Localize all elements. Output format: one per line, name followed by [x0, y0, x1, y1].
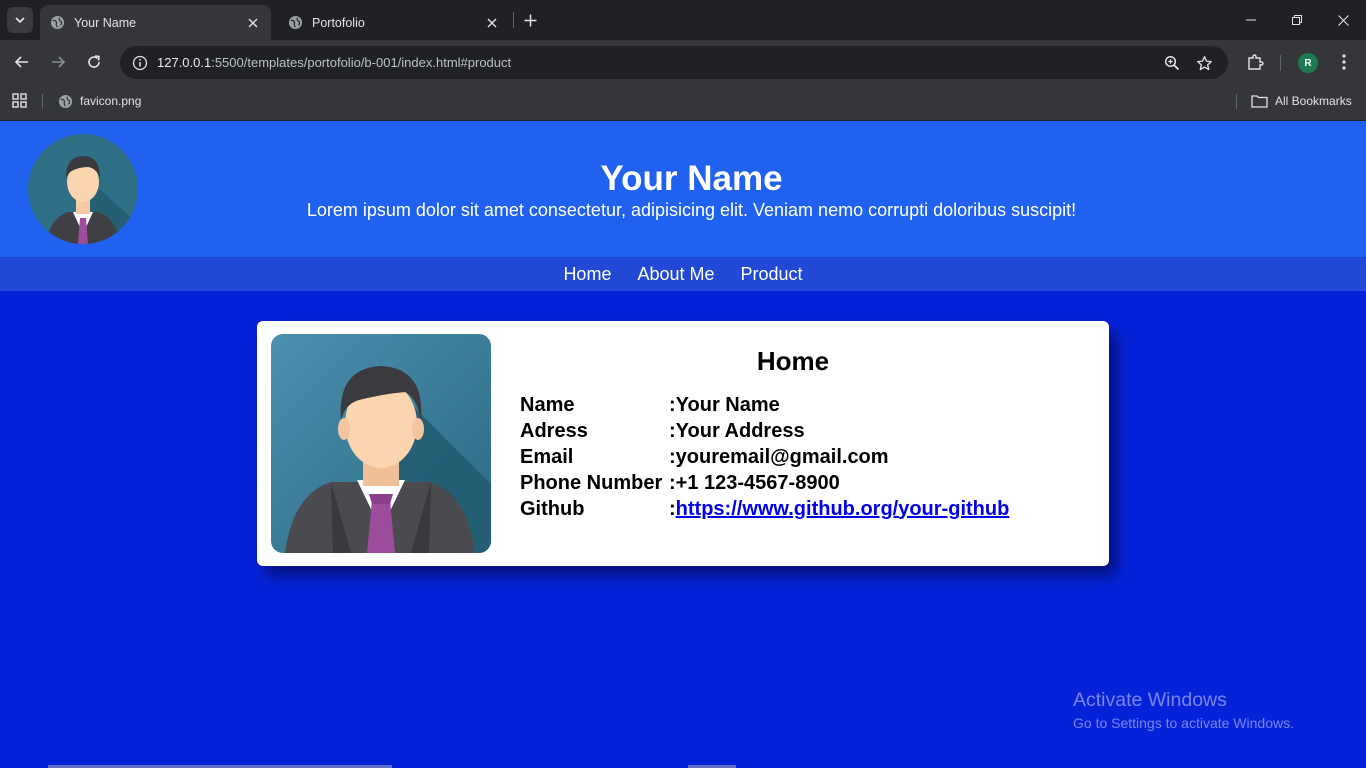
activate-windows-watermark: Activate Windows Go to Settings to activ… — [1073, 689, 1294, 731]
restore-button[interactable] — [1274, 0, 1320, 40]
restore-icon — [1292, 15, 1302, 25]
arrow-right-icon — [52, 56, 66, 68]
tab-your-name[interactable]: Your Name — [40, 5, 271, 40]
info-row-name: Name :Your Name — [520, 392, 1009, 418]
site-info-icon[interactable] — [128, 51, 152, 75]
minimize-icon — [1246, 19, 1256, 21]
info-label: Phone Number — [520, 471, 663, 494]
info-label: Email — [520, 445, 574, 468]
info-value-prefix: : — [669, 497, 676, 520]
site-nav: Home About Me Product — [0, 257, 1366, 291]
forward-button[interactable] — [46, 50, 70, 74]
close-window-button[interactable] — [1320, 0, 1366, 40]
profile-photo — [271, 334, 491, 553]
browser-toolbar: 127.0.0.1:5500/templates/portofolio/b-00… — [0, 40, 1366, 84]
info-label: Adress — [520, 419, 588, 442]
tab-title: Portofolio — [312, 15, 365, 30]
back-button[interactable] — [10, 50, 34, 74]
close-icon[interactable] — [245, 15, 261, 31]
all-bookmarks-button[interactable]: All Bookmarks — [1251, 91, 1352, 111]
tab-strip: Your Name Portofolio — [0, 0, 1366, 40]
info-value: :youremail@gmail.com — [669, 445, 889, 468]
activate-title: Activate Windows — [1073, 689, 1227, 711]
nav-about-me[interactable]: About Me — [637, 264, 714, 285]
nav-home[interactable]: Home — [563, 264, 611, 285]
site-tagline: Lorem ipsum dolor sit amet consectetur, … — [306, 200, 1077, 220]
plus-icon — [524, 14, 536, 26]
extensions-icon[interactable] — [1243, 50, 1267, 74]
info-label: Name — [520, 393, 575, 416]
info-row-phone: Phone Number :+1 123-4567-8900 — [520, 470, 1009, 496]
tab-title: Your Name — [74, 15, 137, 30]
all-bookmarks-label: All Bookmarks — [1275, 94, 1352, 108]
nav-product[interactable]: Product — [741, 264, 803, 285]
site-title: Your Name — [600, 159, 783, 198]
folder-icon — [1251, 94, 1268, 108]
close-icon — [1337, 14, 1349, 26]
globe-icon — [288, 15, 303, 30]
globe-icon — [58, 94, 73, 109]
info-value: :+1 123-4567-8900 — [669, 471, 840, 494]
url-host: 127.0.0.1 — [157, 55, 212, 70]
reload-icon — [88, 55, 100, 68]
star-icon[interactable] — [1192, 51, 1216, 75]
tab-portofolio[interactable]: Portofolio — [278, 5, 510, 40]
close-icon[interactable] — [484, 15, 500, 31]
address-bar[interactable]: 127.0.0.1:5500/templates/portofolio/b-00… — [120, 46, 1228, 79]
tab-search-button[interactable] — [7, 7, 33, 33]
globe-icon — [50, 15, 65, 30]
bookmark-favicon[interactable]: favicon.png — [58, 91, 141, 111]
github-link[interactable]: https://www.github.org/your-github — [676, 498, 1010, 520]
info-row-github: Github :https://www.github.org/your-gith… — [520, 496, 1009, 522]
menu-icon[interactable] — [1332, 50, 1356, 74]
url-path: :5500/templates/portofolio/b-001/index.h… — [211, 55, 512, 70]
info-row-address: Adress :Your Address — [520, 418, 1009, 444]
info-value: :Your Address — [669, 419, 805, 442]
info-label: Github — [520, 497, 585, 520]
url-text[interactable]: 127.0.0.1:5500/templates/portofolio/b-00… — [157, 55, 511, 70]
new-tab-button[interactable] — [520, 10, 540, 30]
reload-button[interactable] — [82, 50, 106, 74]
info-value: :Your Name — [669, 393, 780, 416]
bookmarks-divider — [42, 94, 43, 109]
bookmarks-bar: favicon.png All Bookmarks — [0, 84, 1366, 121]
profile-card: Home Name :Your Name Adress :Your Addres… — [257, 321, 1109, 566]
bookmark-label: favicon.png — [80, 94, 142, 108]
info-table: Name :Your Name Adress :Your Address Ema… — [520, 392, 1009, 522]
bookmarks-divider — [1236, 94, 1237, 109]
toolbar-divider — [1280, 55, 1281, 71]
zoom-icon[interactable] — [1160, 51, 1184, 75]
profile-avatar[interactable]: R — [1298, 53, 1318, 73]
info-row-email: Email :youremail@gmail.com — [520, 444, 1009, 470]
tab-divider — [513, 12, 514, 28]
activate-subtitle: Go to Settings to activate Windows. — [1073, 715, 1294, 731]
site-header: Your Name Lorem ipsum dolor sit amet con… — [0, 121, 1366, 257]
minimize-button[interactable] — [1228, 0, 1274, 40]
card-heading: Home — [756, 346, 830, 376]
apps-grid-icon[interactable] — [11, 92, 29, 110]
arrow-left-icon — [14, 56, 28, 68]
chevron-down-icon — [15, 17, 25, 24]
info-value: :https://www.github.org/your-github — [669, 498, 1009, 521]
